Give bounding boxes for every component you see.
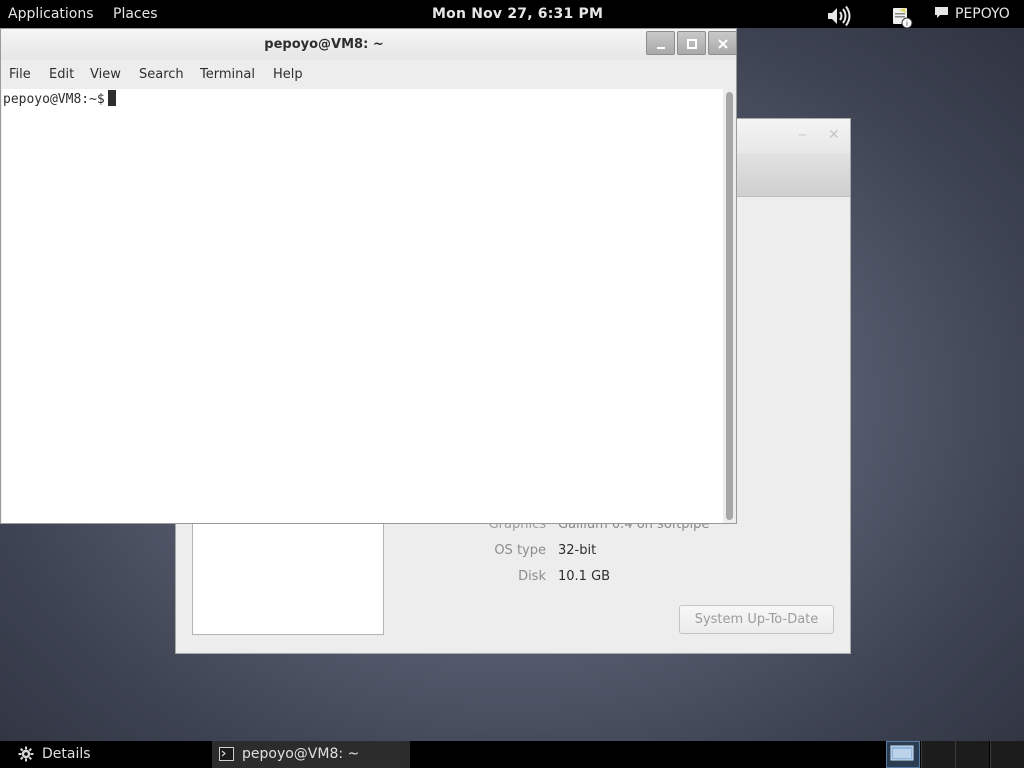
terminal-window[interactable]: pepoyo@VM8: ~ File Edit View Search Term…: [0, 28, 737, 524]
close-icon: [718, 39, 728, 49]
workspace-2[interactable]: [921, 741, 955, 768]
maximize-icon: [687, 39, 697, 49]
os-type-label: OS type: [494, 543, 546, 558]
volume-icon[interactable]: [826, 5, 852, 32]
workspace-switcher: [886, 741, 1024, 768]
os-type-value: 32-bit: [558, 543, 597, 558]
taskbar-item-label: Details: [42, 746, 91, 762]
menu-help[interactable]: Help: [273, 67, 303, 82]
terminal-titlebar[interactable]: pepoyo@VM8: ~: [1, 29, 737, 60]
taskbar-item-terminal[interactable]: pepoyo@VM8: ~: [212, 741, 410, 768]
user-name: PEPOYO: [955, 6, 1010, 22]
scrollbar-thumb[interactable]: [726, 92, 733, 520]
distro-logo-box: [192, 519, 384, 635]
workspace-1[interactable]: [886, 741, 920, 768]
notification-icon[interactable]: i: [890, 5, 914, 34]
workspace-preview-icon: [890, 745, 914, 761]
minimize-button[interactable]: [646, 31, 675, 55]
taskbar-item-details[interactable]: Details: [0, 741, 206, 768]
workspace-3[interactable]: [955, 741, 989, 768]
taskbar-item-label: pepoyo@VM8: ~: [242, 746, 360, 762]
user-menu[interactable]: PEPOYO: [934, 5, 1010, 23]
maximize-button[interactable]: [677, 31, 706, 55]
text-cursor: [107, 90, 116, 106]
applications-menu[interactable]: Applications: [8, 5, 94, 23]
top-panel: Applications Places Mon Nov 27, 6:31 PM …: [0, 0, 1024, 29]
terminal-scrollbar[interactable]: [723, 89, 736, 523]
places-menu[interactable]: Places: [113, 5, 158, 23]
menu-search[interactable]: Search: [139, 67, 184, 82]
taskbar: Details pepoyo@VM8: ~: [0, 741, 1024, 768]
gear-icon: [18, 746, 34, 762]
terminal-menubar: File Edit View Search Terminal Help: [1, 60, 736, 89]
workspace-4[interactable]: [990, 741, 1024, 768]
disk-value: 10.1 GB: [558, 569, 611, 584]
svg-text:i: i: [906, 20, 908, 28]
menu-file[interactable]: File: [9, 67, 31, 82]
terminal-icon: [219, 747, 234, 761]
window-title: pepoyo@VM8: ~: [264, 37, 384, 52]
shell-prompt: pepoyo@VM8:~$: [3, 92, 105, 107]
minimize-icon[interactable]: ‒: [798, 127, 807, 143]
close-icon[interactable]: ✕: [828, 127, 840, 143]
disk-label: Disk: [518, 569, 546, 584]
close-button[interactable]: [708, 31, 737, 55]
system-up-to-date-button[interactable]: System Up-To-Date: [679, 605, 834, 634]
minimize-icon: [657, 47, 665, 49]
menu-edit[interactable]: Edit: [49, 67, 74, 82]
chat-icon: [935, 7, 948, 18]
prompt-line: pepoyo@VM8:~$: [3, 90, 116, 108]
menu-terminal[interactable]: Terminal: [200, 67, 255, 82]
terminal-output[interactable]: pepoyo@VM8:~$: [2, 89, 723, 523]
menu-view[interactable]: View: [90, 67, 121, 82]
clock[interactable]: Mon Nov 27, 6:31 PM: [432, 5, 603, 23]
